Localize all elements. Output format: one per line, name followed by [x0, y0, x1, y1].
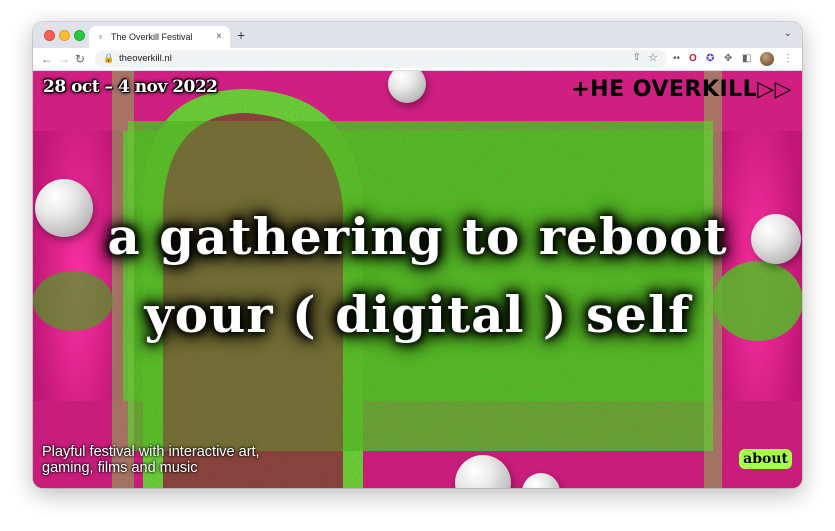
tab-title: The Overkill Festival: [111, 32, 193, 42]
browser-window: ♆ The Overkill Festival × + ⌄ ← → ↻ 🔒 th…: [33, 22, 802, 488]
share-icon[interactable]: ⇧: [633, 52, 641, 63]
festival-dates: 28 oct – 4 nov 2022: [43, 77, 218, 97]
extension-dots-icon[interactable]: ••: [673, 52, 680, 66]
about-button[interactable]: about: [739, 449, 792, 469]
web-page: 28 oct – 4 nov 2022 +HE OVERKILL▷▷ a gat…: [33, 71, 802, 488]
close-window-button[interactable]: [44, 30, 55, 41]
tab-close-icon[interactable]: ×: [216, 31, 222, 42]
menu-icon[interactable]: ⋮: [783, 52, 793, 66]
bookmark-star-icon[interactable]: ☆: [648, 51, 658, 64]
back-button[interactable]: ←: [41, 51, 53, 67]
headline-line-1: a gathering to reboot: [107, 207, 728, 266]
lock-icon[interactable]: 🔒: [103, 53, 114, 64]
tab-search-icon[interactable]: ⌄: [784, 28, 792, 39]
tab-overkill[interactable]: ♆ The Overkill Festival ×: [89, 26, 230, 48]
url-text[interactable]: theoverkill.nl: [119, 53, 172, 64]
tagline-line-1: Playful festival with interactive art,: [42, 444, 260, 460]
reload-button[interactable]: ↻: [75, 51, 85, 67]
tagline-line-2: gaming, films and music: [42, 460, 198, 476]
headline-line-2: your ( digital ) self: [144, 285, 691, 344]
minimize-window-button[interactable]: [59, 30, 70, 41]
extension-badge-icon[interactable]: ✪: [706, 52, 714, 66]
festival-favicon-icon: ♆: [97, 32, 104, 42]
maximize-window-button[interactable]: [74, 30, 85, 41]
overkill-logo[interactable]: +HE OVERKILL▷▷: [571, 77, 792, 102]
puzzle-icon[interactable]: ✥: [724, 52, 732, 66]
browser-toolbar: ← → ↻ 🔒 theoverkill.nl ⇧ ☆ •• O ✪ ✥ ◧ ⋮: [33, 48, 802, 71]
profile-avatar[interactable]: [760, 52, 774, 66]
opera-icon[interactable]: O: [689, 52, 697, 66]
sidepanel-icon[interactable]: ◧: [742, 52, 751, 66]
new-tab-button[interactable]: +: [237, 27, 245, 43]
forward-button[interactable]: →: [58, 51, 70, 67]
background-art: [33, 71, 802, 488]
address-bar[interactable]: 🔒 theoverkill.nl ⇧ ☆: [95, 50, 667, 68]
festival-tagline: Playful festival with interactive art, g…: [42, 444, 260, 476]
tab-strip: ♆ The Overkill Festival × + ⌄: [33, 22, 802, 48]
